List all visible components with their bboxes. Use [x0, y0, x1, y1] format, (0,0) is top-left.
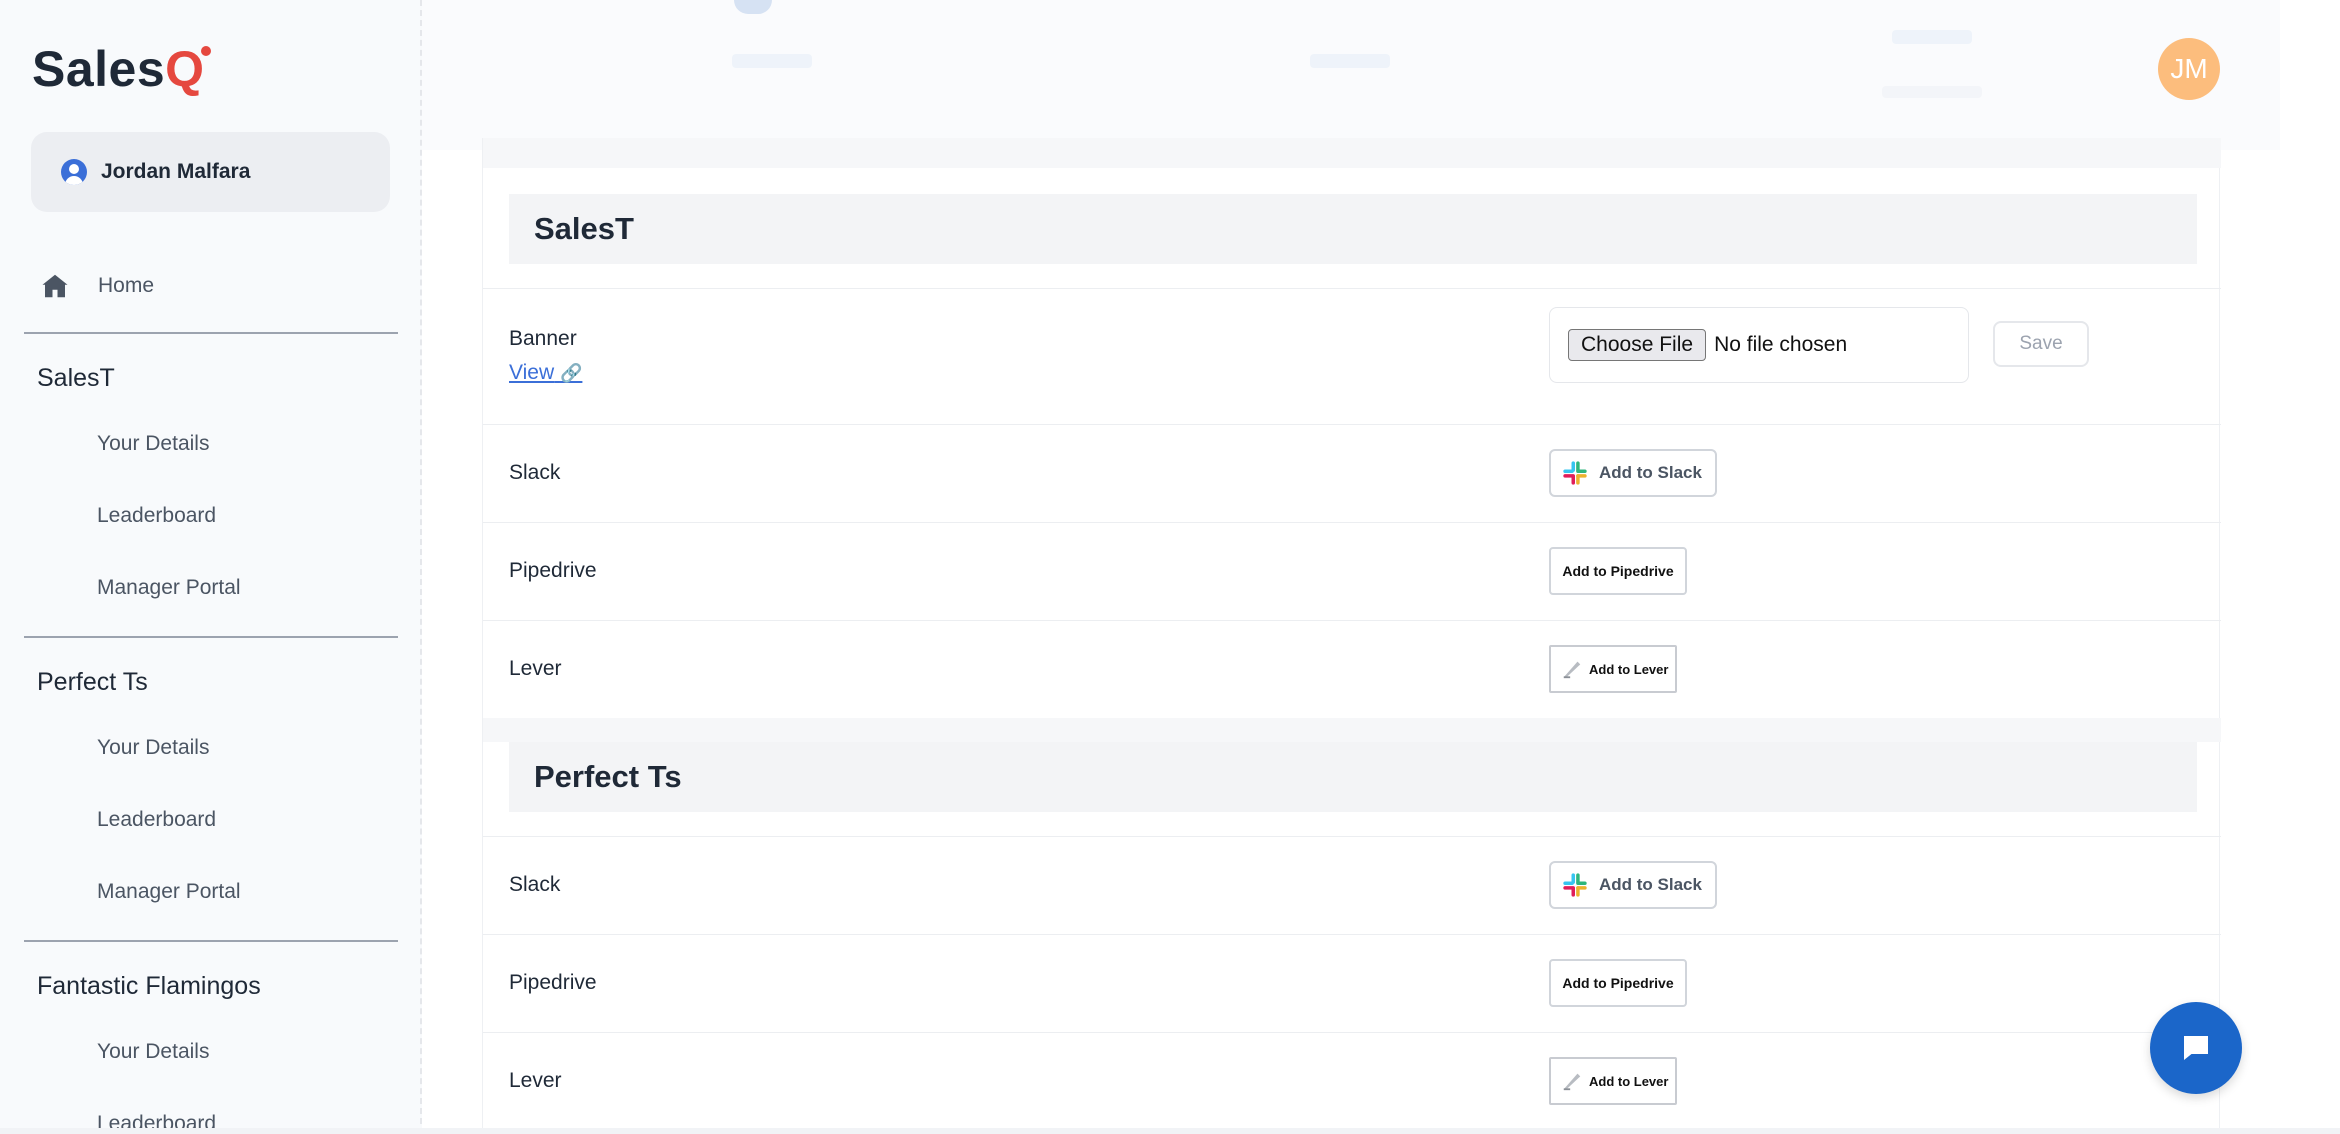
integrations-card: SalesT Banner View 🔗 Choose File No file…: [482, 138, 2221, 1134]
integration-row-slack: Slack Add to Slack: [483, 424, 2221, 522]
sidebar-item-your-details[interactable]: Your Details: [97, 432, 209, 456]
step-placeholder: [1892, 30, 1972, 44]
view-banner-link[interactable]: View 🔗: [509, 361, 582, 385]
card-top-band: [483, 138, 2221, 168]
chat-bubble-icon: [2184, 1036, 2208, 1060]
step-placeholder: [1310, 54, 1390, 68]
row-label: Slack: [509, 873, 561, 896]
section-title: Perfect Ts: [534, 759, 682, 794]
integration-row-slack: Slack Add to Slack: [483, 836, 2221, 934]
add-to-lever-button[interactable]: Add to Lever: [1549, 1057, 1677, 1105]
button-label: Add to Pipedrive: [1562, 563, 1674, 579]
step-placeholder: [732, 54, 812, 68]
lever-logo-icon: [1563, 1073, 1581, 1091]
avatar[interactable]: JM: [2158, 38, 2220, 100]
lever-logo-icon: [1563, 661, 1581, 679]
add-to-pipedrive-button[interactable]: Add to Pipedrive: [1549, 547, 1687, 595]
file-input-box[interactable]: Choose File No file chosen: [1549, 307, 1969, 383]
sidebar-item-manager-portal[interactable]: Manager Portal: [97, 880, 241, 904]
user-name: Jordan Malfara: [101, 160, 251, 183]
sidebar-divider: [24, 636, 398, 638]
integration-row-pipedrive: Pipedrive Add to Pipedrive: [483, 522, 2221, 620]
button-label: Add to Lever: [1589, 661, 1669, 677]
sidebar-group-title: Perfect Ts: [37, 668, 148, 696]
banner-row: Banner View 🔗 Choose File No file chosen…: [483, 288, 2221, 424]
section-header: Perfect Ts: [509, 742, 2197, 812]
slack-logo-icon: [1563, 461, 1587, 485]
sidebar-divider: [24, 332, 398, 334]
sidebar-item-label: Home: [98, 274, 155, 297]
section-header: SalesT: [509, 194, 2197, 264]
step-indicator-icon: [734, 0, 772, 14]
row-label: Lever: [509, 1069, 562, 1092]
add-to-lever-button[interactable]: Add to Lever: [1549, 645, 1677, 693]
page-right-margin: [2280, 0, 2340, 1134]
step-placeholder: [1882, 86, 1982, 98]
button-label: Add to Slack: [1599, 463, 1702, 482]
link-icon: 🔗: [559, 363, 583, 383]
app-logo[interactable]: Sales Q: [32, 40, 212, 98]
sidebar-item-your-details[interactable]: Your Details: [97, 1040, 209, 1064]
file-status: No file chosen: [1714, 333, 1848, 356]
section-gap: [483, 718, 2221, 742]
section-title: SalesT: [534, 211, 634, 246]
home-icon: [40, 271, 70, 301]
button-label: Add to Pipedrive: [1562, 975, 1674, 991]
row-label: Pipedrive: [509, 559, 597, 582]
logo-text: Sales: [32, 41, 166, 97]
add-to-slack-button[interactable]: Add to Slack: [1549, 861, 1717, 909]
sidebar-item-your-details[interactable]: Your Details: [97, 736, 209, 760]
user-circle-icon: [61, 159, 87, 185]
button-label: Add to Slack: [1599, 875, 1702, 894]
view-link-label: View: [509, 361, 555, 384]
sidebar-item-leaderboard[interactable]: Leaderboard: [97, 504, 216, 528]
sidebar-divider: [24, 940, 398, 942]
sidebar-item-home[interactable]: Home: [40, 266, 154, 306]
logo-q: Q: [165, 41, 212, 97]
row-label: Banner: [509, 327, 577, 350]
row-label: Slack: [509, 461, 561, 484]
user-profile-button[interactable]: Jordan Malfara: [31, 132, 390, 212]
add-to-pipedrive-button[interactable]: Add to Pipedrive: [1549, 959, 1687, 1007]
bottom-edge: [0, 1128, 2340, 1134]
chat-launcher-button[interactable]: [2150, 1002, 2242, 1094]
add-to-slack-button[interactable]: Add to Slack: [1549, 449, 1717, 497]
top-bar: [422, 0, 2280, 150]
row-label: Lever: [509, 657, 562, 680]
sidebar-item-manager-portal[interactable]: Manager Portal: [97, 576, 241, 600]
save-button[interactable]: Save: [1993, 321, 2089, 367]
integration-row-pipedrive: Pipedrive Add to Pipedrive: [483, 934, 2221, 1032]
button-label: Add to Lever: [1589, 1073, 1669, 1089]
sidebar: Sales Q Jordan Malfara Home SalesT Your D…: [0, 0, 422, 1134]
slack-logo-icon: [1563, 873, 1587, 897]
row-label: Pipedrive: [509, 971, 597, 994]
integration-row-lever: Lever Add to Lever: [483, 620, 2221, 718]
choose-file-button[interactable]: Choose File: [1568, 329, 1707, 361]
sidebar-item-leaderboard[interactable]: Leaderboard: [97, 808, 216, 832]
sidebar-group-title: SalesT: [37, 364, 115, 392]
sidebar-group-title: Fantastic Flamingos: [37, 972, 261, 1000]
integration-row-lever: Lever Add to Lever: [483, 1032, 2221, 1130]
